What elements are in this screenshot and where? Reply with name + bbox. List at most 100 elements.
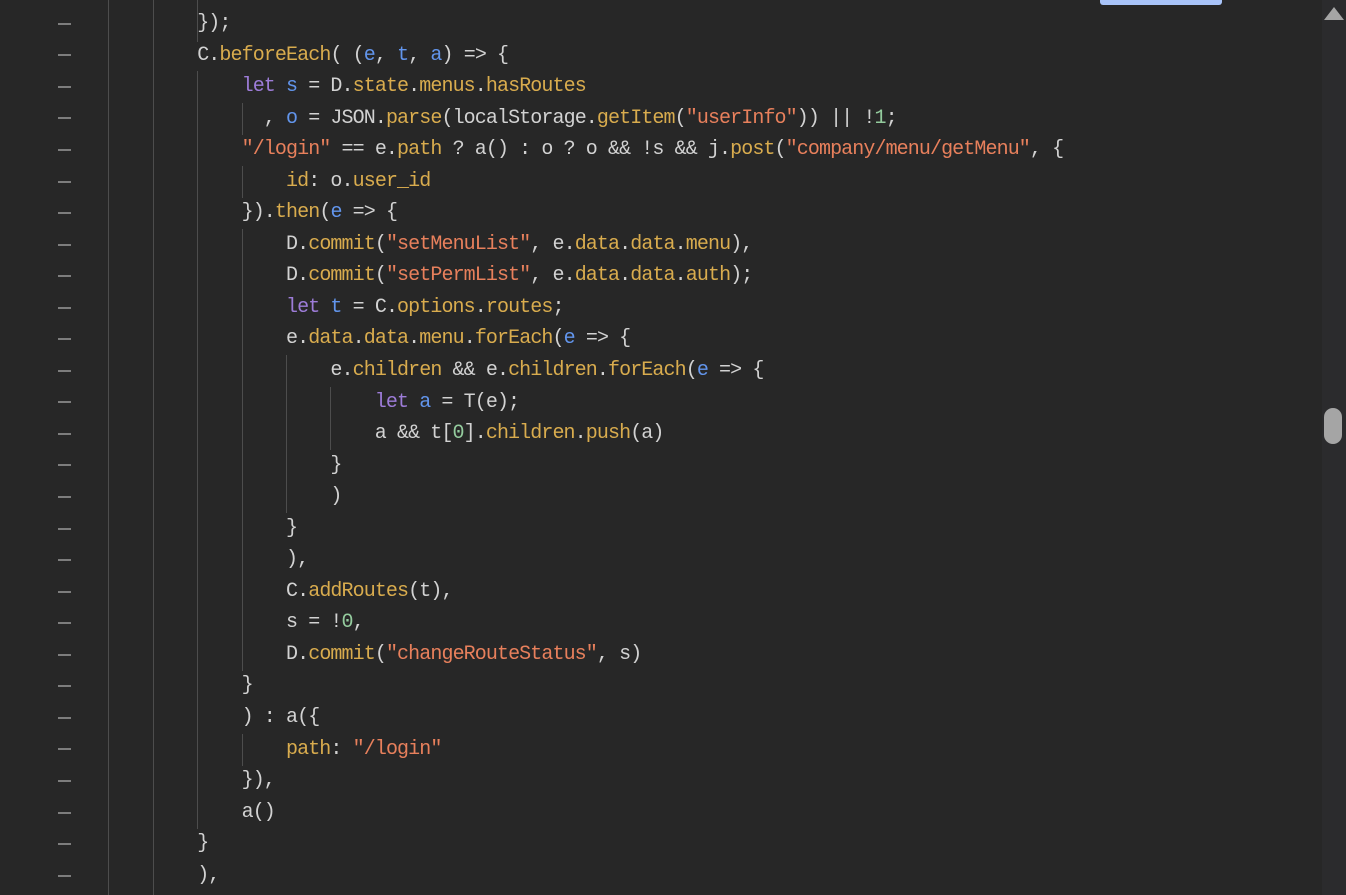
code-token: ); <box>730 264 752 287</box>
code-token: ; <box>886 107 897 130</box>
code-line: a() <box>64 797 1316 829</box>
code-token: children <box>508 359 597 382</box>
code-token: : o. <box>308 170 352 193</box>
code-token: == e. <box>330 138 397 161</box>
code-token: , <box>353 611 364 634</box>
code-token: auth <box>686 264 730 287</box>
code-token: }). <box>242 201 275 224</box>
code-token: s <box>286 75 297 98</box>
code-token: 1 <box>874 107 885 130</box>
code-token: "setMenuList" <box>386 233 530 256</box>
code-token: "userInfo" <box>686 107 797 130</box>
code-line: }), <box>64 765 1316 797</box>
code-token: . <box>619 264 630 287</box>
code-token: path <box>286 738 330 761</box>
code-token: "setPermList" <box>386 264 530 287</box>
code-token: e <box>697 359 708 382</box>
code-token: e <box>330 201 341 224</box>
code-token: commit <box>308 264 375 287</box>
code-line: e.data.data.menu.forEach(e => { <box>64 323 1316 355</box>
code-token: , e. <box>530 233 574 256</box>
code-token: let <box>375 391 419 414</box>
code-token: . <box>408 327 419 350</box>
code-token: ]. <box>464 422 486 445</box>
code-token: commit <box>308 643 375 666</box>
code-token: "/login" <box>242 138 331 161</box>
code-token: , <box>264 107 286 130</box>
code-token: children <box>486 422 575 445</box>
code-line: D.commit("setPermList", e.data.data.auth… <box>64 260 1316 292</box>
code-token: ) <box>330 485 341 508</box>
vertical-scrollbar[interactable] <box>1322 0 1346 895</box>
code-token: path <box>397 138 441 161</box>
code-token: (localStorage. <box>441 107 596 130</box>
code-token: ( <box>553 327 564 350</box>
code-line: path: "/login" <box>64 734 1316 766</box>
code-editor[interactable]: });C.beforeEach( (e, t, a) => {let s = D… <box>64 8 1316 891</box>
code-token: options <box>397 296 475 319</box>
code-token: } <box>242 674 253 697</box>
code-line: s = !0, <box>64 607 1316 639</box>
code-token: data <box>575 264 619 287</box>
code-token: user_id <box>353 170 431 193</box>
code-token: ; <box>553 296 564 319</box>
code-token: e <box>364 44 375 67</box>
code-token: ) => { <box>442 44 509 67</box>
code-line: } <box>64 828 1316 860</box>
code-token: addRoutes <box>308 580 408 603</box>
code-token: ), <box>730 233 752 256</box>
devtools-source-editor: });C.beforeEach( (e, t, a) => {let s = D… <box>0 0 1346 895</box>
code-token: 0 <box>453 422 464 445</box>
code-token: . <box>475 75 486 98</box>
code-token: e. <box>286 327 308 350</box>
code-token: (a) <box>630 422 663 445</box>
code-token: data <box>630 264 674 287</box>
code-token: . <box>597 359 608 382</box>
code-token: . <box>675 264 686 287</box>
code-line: let s = D.state.menus.hasRoutes <box>64 71 1316 103</box>
code-token: menu <box>686 233 730 256</box>
code-token: ( <box>375 643 386 666</box>
code-token: ( <box>686 359 697 382</box>
code-line: ), <box>64 860 1316 892</box>
code-token: routes <box>486 296 553 319</box>
code-token: ), <box>197 864 219 887</box>
code-token: = T(e); <box>430 391 519 414</box>
code-token: , <box>375 44 397 67</box>
code-token: beforeEach <box>219 44 330 67</box>
code-token: )) || ! <box>797 107 875 130</box>
code-line: } <box>64 670 1316 702</box>
code-line: e.children && e.children.forEach(e => { <box>64 355 1316 387</box>
scroll-up-button[interactable] <box>1322 0 1346 26</box>
code-token: e. <box>330 359 352 382</box>
code-token: . <box>675 233 686 256</box>
code-token: s = ! <box>286 611 342 634</box>
code-token: a <box>419 391 430 414</box>
code-token: "/login" <box>353 738 442 761</box>
code-line: id: o.user_id <box>64 166 1316 198</box>
code-token: . <box>575 422 586 445</box>
code-token: ( <box>775 138 786 161</box>
code-token: . <box>464 327 475 350</box>
code-token: ( <box>375 264 386 287</box>
code-token: forEach <box>475 327 553 350</box>
code-token: data <box>308 327 352 350</box>
code-token: data <box>630 233 674 256</box>
horizontal-scrollbar-thumb[interactable] <box>1100 0 1222 5</box>
code-line: ), <box>64 544 1316 576</box>
code-token: = D. <box>297 75 353 98</box>
code-token: C. <box>286 580 308 603</box>
code-token: } <box>197 832 208 855</box>
code-token: }), <box>242 769 275 792</box>
code-line: ) : a({ <box>64 702 1316 734</box>
scrollbar-thumb[interactable] <box>1324 408 1342 444</box>
code-token: C. <box>197 44 219 67</box>
code-line: let t = C.options.routes; <box>64 292 1316 324</box>
code-line: } <box>64 513 1316 545</box>
code-token: ), <box>286 548 308 571</box>
code-line: "/login" == e.path ? a() : o ? o && !s &… <box>64 134 1316 166</box>
code-token: . <box>408 75 419 98</box>
code-token: a && t[ <box>375 422 453 445</box>
code-line: }); <box>64 8 1316 40</box>
code-token: . <box>353 327 364 350</box>
